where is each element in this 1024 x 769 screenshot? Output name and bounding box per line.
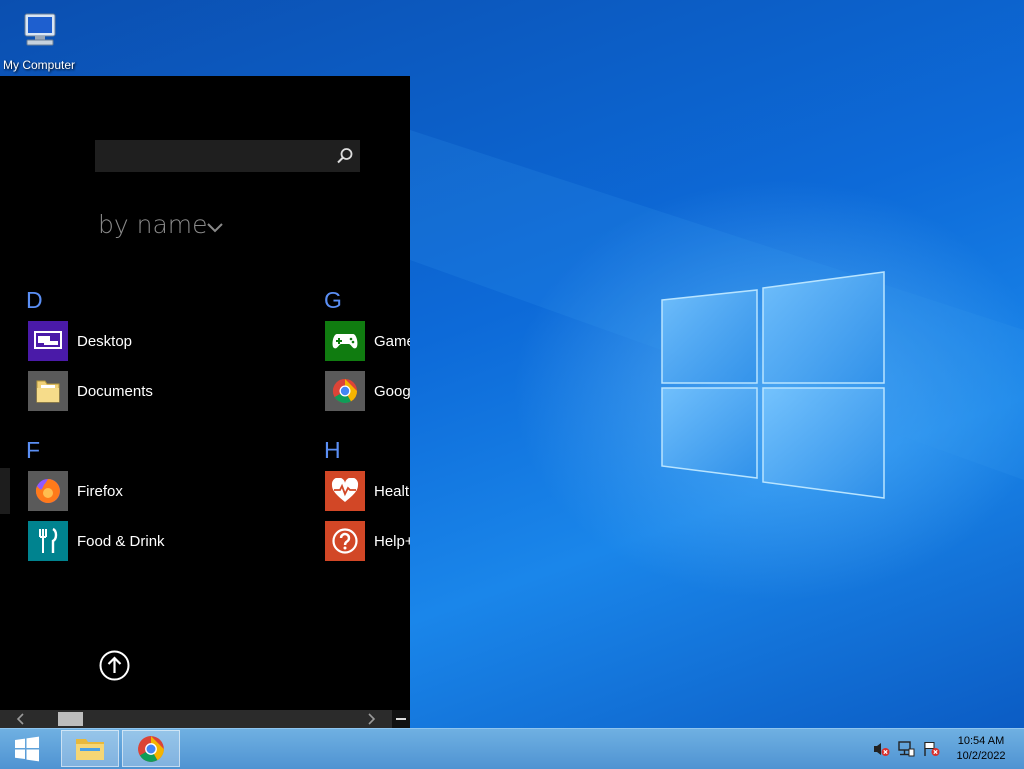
taskbar-clock[interactable]: 10:54 AM 10/2/2022 [946, 734, 1016, 764]
clock-date: 10/2/2022 [956, 750, 1006, 762]
app-desktop[interactable]: Desktop [28, 321, 132, 361]
search-icon[interactable] [336, 147, 354, 165]
food-drink-icon [28, 521, 68, 561]
games-icon [325, 321, 365, 361]
group-header-h[interactable]: H [324, 437, 341, 464]
scroll-right-arrow-icon[interactable] [362, 710, 380, 728]
chevron-down-icon[interactable] [206, 222, 224, 234]
clock-time: 10:54 AM [957, 735, 1005, 747]
desktop-icon-my-computer[interactable]: My Computer [2, 8, 76, 72]
app-label: Desktop [77, 332, 133, 350]
file-explorer-icon [76, 738, 104, 760]
app-games[interactable]: Game [325, 321, 410, 361]
app-label: Goog [374, 382, 410, 400]
group-header-f[interactable]: F [26, 437, 40, 464]
scroll-to-top-button[interactable] [99, 650, 130, 681]
app-label: Food & Drink [77, 532, 165, 550]
app-documents[interactable]: Documents [28, 371, 153, 411]
start-button[interactable] [0, 729, 54, 769]
group-header-d[interactable]: D [26, 287, 43, 314]
horizontal-scrollbar[interactable] [0, 710, 410, 728]
panel-edge-handle[interactable] [0, 468, 10, 514]
app-label: Health [374, 482, 410, 500]
chrome-icon [325, 371, 365, 411]
network-icon[interactable] [897, 741, 915, 757]
app-label: Help+ [374, 532, 410, 550]
folder-icon [28, 371, 68, 411]
firefox-icon [28, 471, 68, 511]
taskbar: 10:54 AM 10/2/2022 [0, 728, 1024, 769]
action-center-flag-icon[interactable] [922, 741, 940, 757]
health-icon [325, 471, 365, 511]
app-health[interactable]: Health [325, 471, 410, 511]
sort-by-dropdown[interactable]: by name [98, 210, 208, 239]
windows-logo-icon [15, 736, 39, 762]
computer-icon [15, 8, 63, 56]
app-label: Game [374, 332, 410, 350]
scroll-left-arrow-icon[interactable] [12, 710, 30, 728]
group-header-g[interactable]: G [324, 287, 342, 314]
zoom-out-icon[interactable] [392, 710, 410, 728]
app-firefox[interactable]: Firefox [28, 471, 123, 511]
app-label: Firefox [77, 482, 123, 500]
start-apps-panel: by name D Desktop Documents F Firefox Fo… [0, 76, 410, 728]
scrollbar-thumb[interactable] [58, 712, 83, 726]
taskbar-chrome[interactable] [122, 730, 180, 767]
app-google-chrome[interactable]: Goog [325, 371, 410, 411]
app-food-drink[interactable]: Food & Drink [28, 521, 165, 561]
help-icon [325, 521, 365, 561]
taskbar-file-explorer[interactable] [61, 730, 119, 767]
volume-muted-icon[interactable] [872, 741, 890, 757]
search-input[interactable] [101, 144, 325, 170]
desktop-icon-label: My Computer [2, 58, 76, 72]
search-box[interactable] [95, 140, 360, 172]
app-label: Documents [77, 382, 153, 400]
chrome-icon [138, 735, 164, 762]
desktop-app-icon [28, 321, 68, 361]
app-help[interactable]: Help+ [325, 521, 410, 561]
